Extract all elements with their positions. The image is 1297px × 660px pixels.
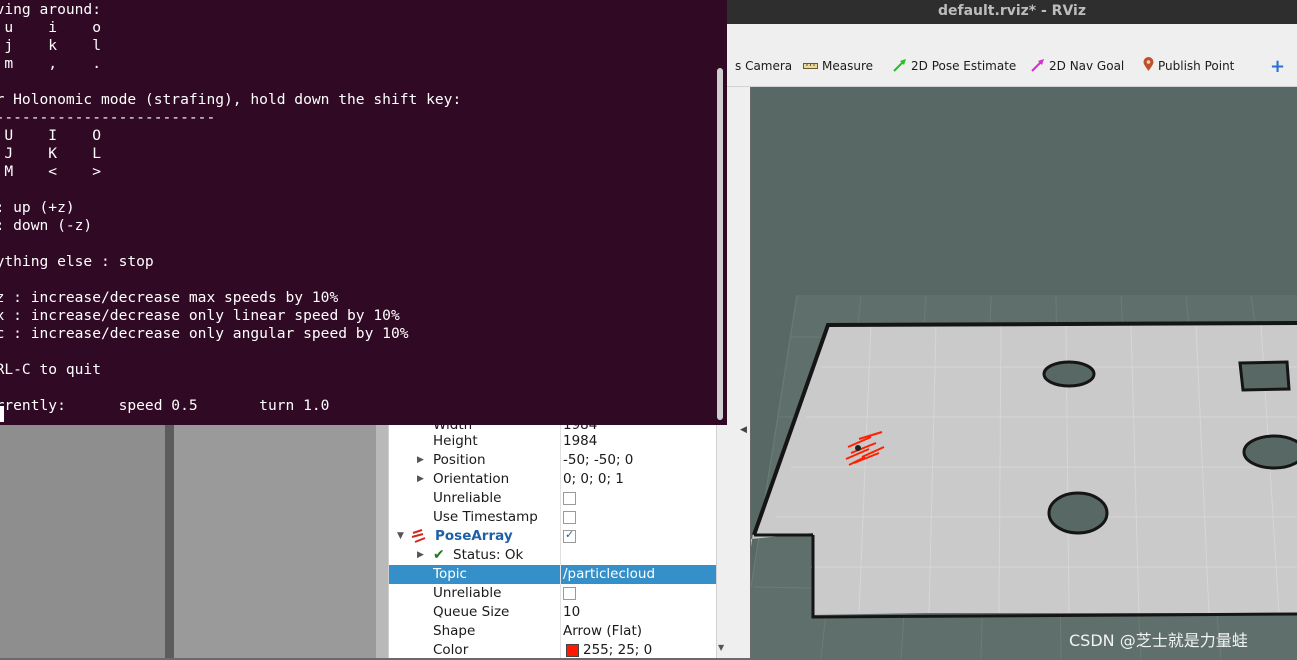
tool-publish-point-label: Publish Point — [1158, 59, 1235, 73]
terminal-cursor — [0, 406, 4, 422]
tool-measure-label: Measure — [822, 59, 873, 73]
obstacle-circle — [1042, 360, 1096, 388]
property-row-shape[interactable]: Shape Arrow (Flat) — [389, 622, 717, 641]
expand-arrow-icon[interactable]: ▶ — [417, 470, 424, 489]
terminal-window[interactable]: Moving around: u i o j k l m , . For Hol… — [0, 0, 727, 425]
checkmark-icon: ✔ — [433, 547, 445, 563]
add-tool-button[interactable]: + — [1270, 55, 1286, 77]
expand-arrow-icon[interactable]: ▶ — [417, 546, 424, 565]
magenta-arrow-icon — [1031, 58, 1045, 75]
property-tree-scrollbar[interactable] — [716, 425, 729, 658]
obstacle-circle — [1047, 491, 1109, 535]
obstacle-circle — [1242, 434, 1297, 470]
display-row-posearray[interactable]: ▼ PoseArray — [389, 527, 717, 546]
property-row-unreliable-2[interactable]: Unreliable — [389, 584, 717, 603]
map-render — [751, 295, 1297, 658]
watermark-text: CSDN @芝士就是力量蛙 — [1069, 631, 1248, 650]
map-pin-icon — [1143, 57, 1154, 75]
rviz-toolbar: s Camera Measure 2D Pose Estimate 2D Nav… — [727, 44, 1297, 87]
posearray-icon — [411, 529, 427, 547]
menubar-area — [727, 24, 1297, 44]
posearray-enabled-checkbox[interactable] — [563, 528, 576, 543]
tool-camera-label: s Camera — [735, 59, 793, 73]
desktop-window-panel — [174, 425, 388, 658]
property-row-height[interactable]: Height 1984 — [389, 432, 717, 451]
desktop-window-edge — [165, 425, 174, 658]
property-row-unreliable[interactable]: Unreliable — [389, 489, 717, 508]
property-row-status[interactable]: ▶ ✔ Status: Ok — [389, 546, 717, 565]
window-title: default.rviz* - RViz — [937, 3, 1086, 19]
tool-2d-pose-estimate-label: 2D Pose Estimate — [911, 59, 1017, 73]
collapse-arrow-icon[interactable]: ▼ — [397, 527, 404, 546]
rviz-3d-viewport[interactable] — [751, 87, 1297, 658]
tool-2d-nav-goal-button[interactable]: 2D Nav Goal — [1031, 57, 1124, 75]
tool-2d-nav-goal-label: 2D Nav Goal — [1049, 59, 1125, 73]
rviz-titlebar[interactable]: default.rviz* - RViz — [727, 0, 1297, 24]
ruler-icon — [803, 59, 818, 73]
unreliable-checkbox[interactable] — [563, 492, 576, 505]
collapse-left-icon[interactable]: ◀ — [740, 425, 747, 435]
use-timestamp-checkbox[interactable] — [563, 511, 576, 524]
property-row-use-timestamp[interactable]: Use Timestamp — [389, 508, 717, 527]
obstacle-square — [1238, 360, 1291, 392]
property-row-orientation[interactable]: ▶ Orientation 0; 0; 0; 1 — [389, 470, 717, 489]
property-row-color[interactable]: Color 255; 25; 0 — [389, 641, 717, 660]
tool-measure-button[interactable]: Measure — [803, 57, 873, 75]
desktop-window-border — [376, 425, 388, 658]
displays-property-tree: Width 1984 Height 1984 ▶ Position -50; -… — [388, 417, 717, 660]
property-row-position[interactable]: ▶ Position -50; -50; 0 — [389, 451, 717, 470]
terminal-output: Moving around: u i o j k l m , . For Hol… — [0, 1, 462, 414]
property-row-queue-size[interactable]: Queue Size 10 — [389, 603, 717, 622]
tool-2d-pose-estimate-button[interactable]: 2D Pose Estimate — [893, 57, 1016, 75]
column-divider — [560, 425, 561, 658]
plus-icon: + — [1270, 55, 1286, 77]
terminal-scrollbar[interactable] — [717, 68, 723, 420]
property-row-topic[interactable]: Topic /particlecloud — [389, 565, 717, 584]
tool-camera-button[interactable]: s Camera — [735, 57, 792, 75]
green-arrow-icon — [893, 58, 907, 75]
unreliable-checkbox-2[interactable] — [563, 587, 576, 600]
color-swatch[interactable] — [566, 644, 579, 657]
panel-splitter[interactable] — [736, 87, 750, 658]
tool-publish-point-button[interactable]: Publish Point — [1143, 57, 1234, 75]
expand-arrow-icon[interactable]: ▶ — [417, 451, 424, 470]
scroll-down-icon[interactable]: ▼ — [718, 643, 724, 652]
